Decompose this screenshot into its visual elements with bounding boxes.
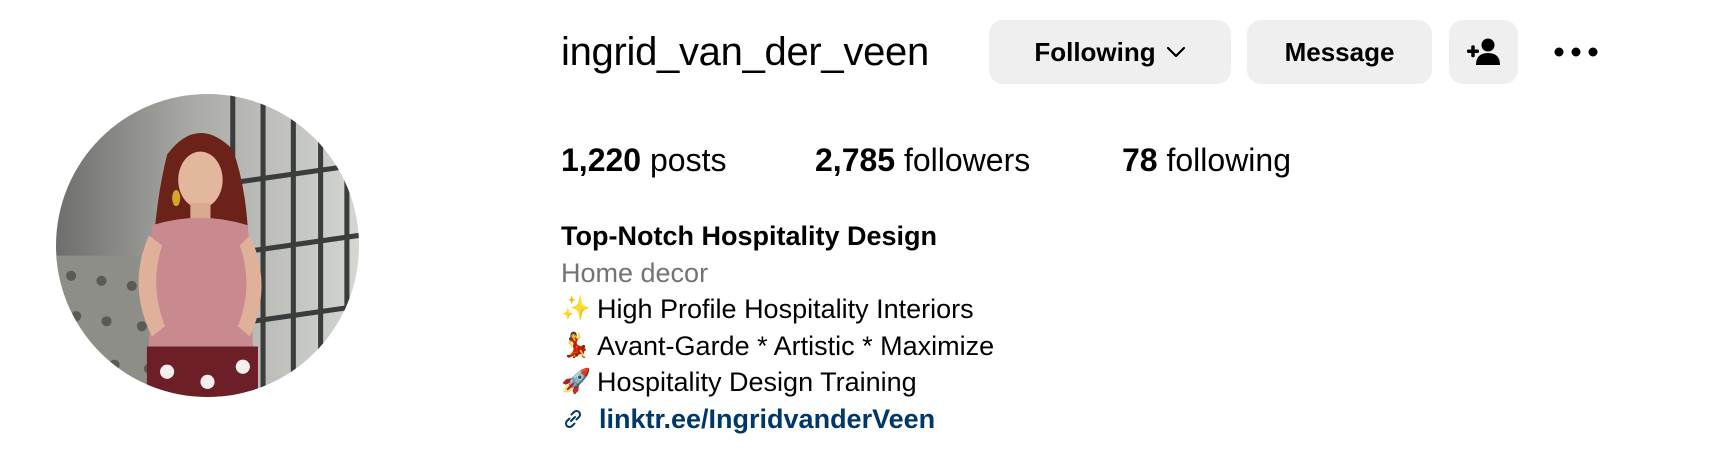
bio-link[interactable]: linktr.ee/IngridvanderVeen — [599, 401, 935, 438]
bio-text: Avant-Garde * Artistic * Maximize — [597, 330, 995, 361]
more-options-button[interactable] — [1548, 28, 1604, 76]
display-name: Top-Notch Hospitality Design — [561, 221, 937, 251]
following-button[interactable]: Following — [989, 20, 1231, 84]
following-link[interactable]: 78 following — [1122, 140, 1291, 180]
bio-link-line: linktr.ee/IngridvanderVeen — [561, 401, 994, 438]
bio-line: 💃 Avant-Garde * Artistic * Maximize — [561, 328, 994, 365]
followers-label: followers — [903, 142, 1031, 178]
profile-header: ingrid_van_der_veen Following Message 1,… — [0, 0, 1710, 450]
bio-line: ✨ High Profile Hospitality Interiors — [561, 291, 994, 328]
following-number: 78 — [1122, 142, 1158, 178]
bio-category-line: Home decor — [561, 255, 994, 292]
chevron-down-icon — [1166, 46, 1186, 58]
rocket-icon: 🚀 — [561, 368, 591, 395]
suggested-users-button[interactable] — [1449, 20, 1518, 84]
sparkles-icon: ✨ — [561, 295, 591, 322]
username: ingrid_van_der_veen — [561, 30, 929, 74]
message-button-label: Message — [1284, 36, 1395, 67]
posts-count: 1,220 posts — [561, 140, 726, 180]
message-button[interactable]: Message — [1247, 20, 1432, 84]
posts-label: posts — [649, 142, 727, 178]
more-horizontal-icon — [1554, 47, 1598, 57]
link-icon — [561, 407, 589, 431]
avatar-image — [56, 94, 359, 397]
posts-number: 1,220 — [561, 142, 642, 178]
bio-text: Hospitality Design Training — [597, 367, 917, 397]
followers-number: 2,785 — [815, 142, 896, 178]
following-label: following — [1166, 142, 1291, 178]
bio-text: High Profile Hospitality Interiors — [597, 294, 974, 324]
bio-line: 🚀 Hospitality Design Training — [561, 364, 994, 401]
dancer-icon: 💃 — [561, 331, 591, 359]
followers-link[interactable]: 2,785 followers — [815, 140, 1030, 180]
avatar[interactable] — [56, 94, 359, 397]
following-button-label: Following — [1034, 36, 1156, 67]
bio-name-line: Top-Notch Hospitality Design — [561, 218, 994, 255]
person-add-icon — [1466, 37, 1502, 67]
category-label: Home decor — [561, 257, 709, 288]
bio: Top-Notch Hospitality Design Home decor … — [561, 218, 994, 437]
